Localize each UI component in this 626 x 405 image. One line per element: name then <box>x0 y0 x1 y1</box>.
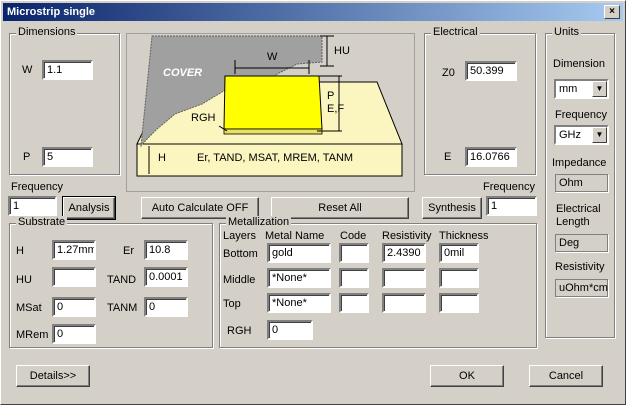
frequency-unit-select[interactable]: GHz ▼ <box>554 125 609 145</box>
cancel-button[interactable]: Cancel <box>529 365 603 387</box>
diagram-w-label: W <box>267 51 278 63</box>
met-middle-resistivity-input[interactable] <box>382 268 426 288</box>
sub-hu-input[interactable] <box>52 267 96 287</box>
diagram-substrate-params: Er, TAND, MSAT, MREM, TANM <box>197 152 354 164</box>
met-row-bottom-label: Bottom <box>223 248 258 260</box>
met-row-middle-label: Middle <box>223 274 256 286</box>
met-bottom-code-input[interactable] <box>339 243 369 263</box>
sub-er-label: Er <box>123 245 134 257</box>
met-rgh-input[interactable]: 0 <box>267 320 313 340</box>
diagram-cover-label: COVER <box>163 67 203 79</box>
resistivity-unit-value: uOhm*cm <box>555 279 608 297</box>
dimensions-title: Dimensions <box>16 26 78 38</box>
title-bar: Microstrip single × <box>3 3 623 21</box>
e-input[interactable]: 16.0766 <box>465 147 517 167</box>
sub-tand-input[interactable]: 0.0001 <box>144 267 188 287</box>
synthesis-button[interactable]: Synthesis <box>422 197 482 219</box>
resistivity-unit-label: Resistivity <box>555 261 605 273</box>
sub-msat-input[interactable]: 0 <box>52 297 96 317</box>
met-header-resistivity: Resistivity <box>382 230 432 242</box>
met-bottom-resistivity-input[interactable]: 2.4390 <box>382 243 426 263</box>
met-rgh-label: RGH <box>227 325 252 337</box>
sub-mrem-label: MRem <box>16 329 49 341</box>
electrical-title: Electrical <box>431 26 480 38</box>
frequency-right-input[interactable]: 1 <box>486 196 537 216</box>
frequency-left-input[interactable]: 1 <box>8 196 57 216</box>
metallization-title: Metallization <box>226 216 292 228</box>
frequency-unit-value: GHz <box>559 129 581 141</box>
dimension-unit-value: mm <box>559 83 578 95</box>
met-top-resistivity-input[interactable] <box>382 293 426 313</box>
sub-mrem-input[interactable]: 0 <box>52 324 96 344</box>
sub-msat-label: MSat <box>16 302 42 314</box>
met-header-code: Code <box>340 230 367 242</box>
met-header-name: Metal Name <box>265 230 325 242</box>
close-button[interactable]: × <box>604 5 620 19</box>
met-row-top-label: Top <box>223 298 241 310</box>
sub-h-input[interactable]: 1.27mm <box>52 240 96 260</box>
substrate-title: Substrate <box>16 216 68 228</box>
dialog-window: Microstrip single × Dimensions W 1.1 P 5 <box>0 0 626 405</box>
p-input[interactable]: 5 <box>42 147 93 167</box>
window-title: Microstrip single <box>7 6 96 18</box>
elec-length-label-line1: Electrical <box>556 203 601 215</box>
dimension-unit-label: Dimension <box>553 58 605 70</box>
elec-length-label-line2: Length <box>556 216 590 228</box>
frequency-unit-label: Frequency <box>555 109 607 121</box>
close-icon: × <box>609 6 615 17</box>
chevron-down-icon[interactable]: ▼ <box>592 127 607 143</box>
met-top-name-input[interactable]: *None* <box>267 293 331 313</box>
z0-label: Z0 <box>442 67 455 79</box>
met-middle-thickness-input[interactable] <box>439 268 479 288</box>
frequency-right-label: Frequency <box>483 181 535 193</box>
p-label: P <box>23 151 31 163</box>
details-button[interactable]: Details>> <box>16 365 90 387</box>
ok-button[interactable]: OK <box>430 365 504 387</box>
met-top-thickness-input[interactable] <box>439 293 479 313</box>
e-label: E <box>444 151 452 163</box>
reset-all-button[interactable]: Reset All <box>271 197 409 219</box>
diagram-rgh-label: RGH <box>191 112 216 124</box>
sub-er-input[interactable]: 10.8 <box>144 240 188 260</box>
sub-h-label: H <box>16 245 24 257</box>
met-top-code-input[interactable] <box>339 293 369 313</box>
dimension-unit-select[interactable]: mm ▼ <box>554 79 609 99</box>
w-input[interactable]: 1.1 <box>42 60 93 80</box>
diagram-h-label: H <box>158 152 166 164</box>
sub-hu-label: HU <box>16 274 32 286</box>
sub-tand-label: TAND <box>107 274 137 286</box>
diagram-ef-label: E,F <box>327 103 345 115</box>
analysis-button[interactable]: Analysis <box>62 196 116 220</box>
microstrip-diagram: COVER W HU P E,F RGH H Er, TAND, MSAT, M… <box>126 33 415 192</box>
impedance-unit-label: Impedance <box>552 157 607 169</box>
w-label: W <box>22 64 33 76</box>
chevron-down-icon[interactable]: ▼ <box>592 81 607 97</box>
sub-tanm-input[interactable]: 0 <box>144 297 188 317</box>
elec-length-unit-value: Deg <box>555 234 608 252</box>
met-middle-code-input[interactable] <box>339 268 369 288</box>
impedance-unit-value: Ohm <box>555 174 608 192</box>
diagram-hu-label: HU <box>334 45 350 57</box>
z0-input[interactable]: 50.399 <box>465 61 517 81</box>
sub-tanm-label: TANM <box>107 302 138 314</box>
frequency-left-label: Frequency <box>11 181 63 193</box>
met-bottom-name-input[interactable]: gold <box>267 243 331 263</box>
met-middle-name-input[interactable]: *None* <box>267 268 331 288</box>
diagram-p-label: P <box>327 90 335 102</box>
met-bottom-thickness-input[interactable]: 0mil <box>439 243 479 263</box>
units-title: Units <box>552 26 582 38</box>
met-header-thickness: Thickness <box>439 230 489 242</box>
met-header-layers: Layers <box>223 230 257 242</box>
